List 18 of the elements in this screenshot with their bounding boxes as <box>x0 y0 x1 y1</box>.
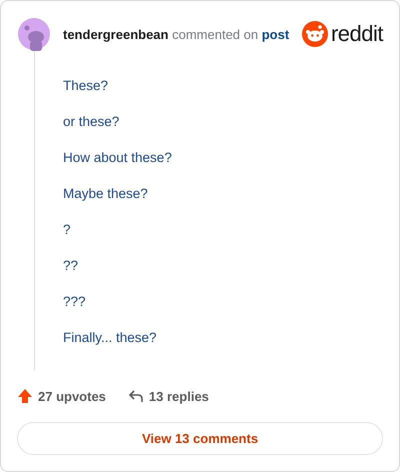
upvote-count: 27 upvotes <box>38 388 106 404</box>
comment-line: These? <box>63 77 110 94</box>
avatar-icon <box>17 17 51 51</box>
comment-line: Maybe these? <box>63 185 149 202</box>
view-comments-button[interactable]: View 13 comments <box>17 422 383 455</box>
reply-icon <box>128 388 144 404</box>
comment-byline: tendergreenbean commented on post <box>63 26 290 42</box>
comment-line: ??? <box>63 293 87 310</box>
upvote-icon <box>17 388 33 404</box>
post-link[interactable]: post <box>262 26 290 42</box>
comment-line: or these? <box>63 113 120 130</box>
comment-line: Finally... these? <box>63 329 158 346</box>
comment-line: ? <box>63 221 72 238</box>
snoo-icon <box>302 21 328 47</box>
reply-count: 13 replies <box>148 388 209 404</box>
brand-wordmark: reddit <box>330 21 383 47</box>
comment-line: ?? <box>63 257 80 274</box>
comment-line: How about these? <box>63 149 172 166</box>
